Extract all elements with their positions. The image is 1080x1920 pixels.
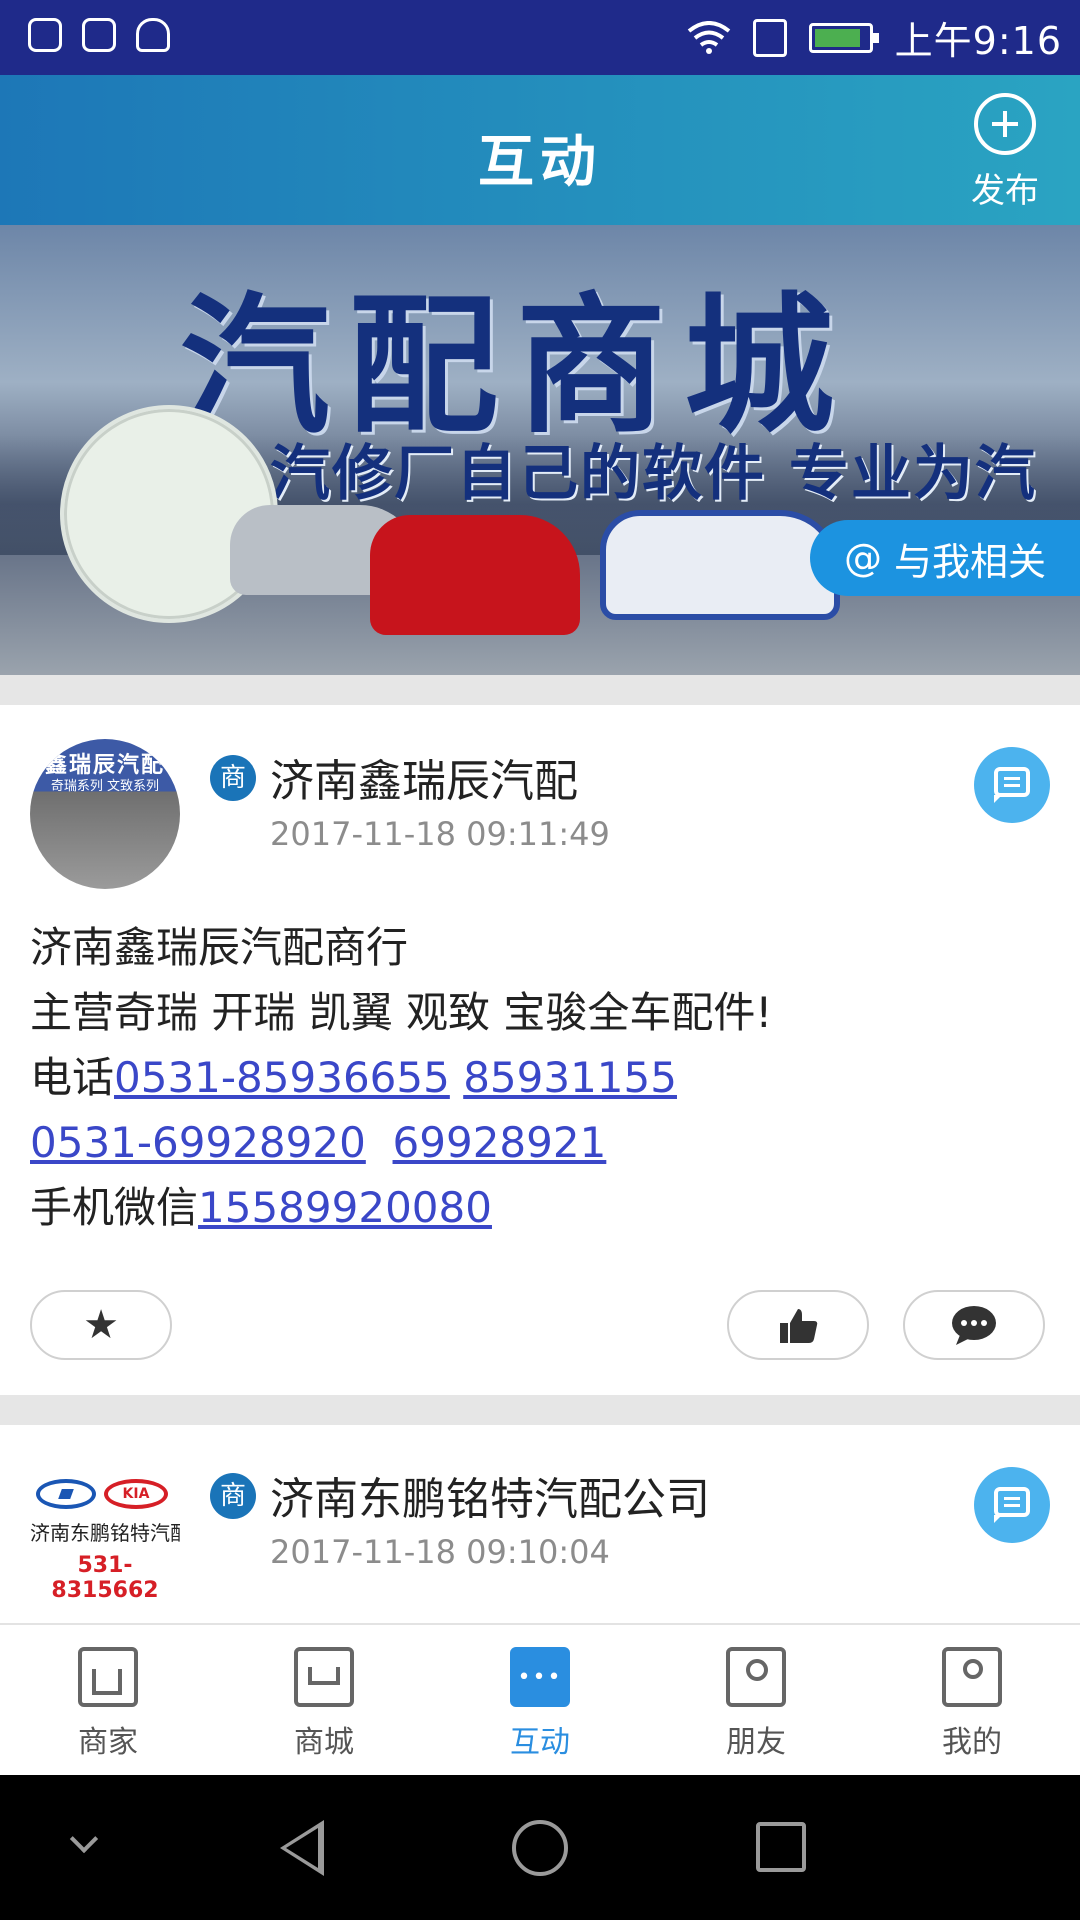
star-icon: ★ <box>83 1302 119 1348</box>
poster-name[interactable]: 济南鑫瑞辰汽配 <box>270 745 578 809</box>
nav-item-interact[interactable]: 互动 <box>432 1625 648 1777</box>
phone-link[interactable]: 85931155 <box>463 1053 677 1102</box>
chat-icon <box>510 1647 570 1707</box>
phone-link[interactable]: 69928921 <box>393 1118 607 1167</box>
post-time: 2017-11-18 09:10:04 <box>270 1533 610 1571</box>
mobile-link[interactable]: 15589920080 <box>198 1183 492 1232</box>
red-car-image <box>370 515 580 635</box>
back-icon[interactable] <box>280 1820 324 1876</box>
merchant-badge: 商 <box>210 755 256 801</box>
notification-app-icon <box>82 18 116 52</box>
avatar[interactable]: KIA 济南东鹏铭特汽配 531-8315662 <box>30 1465 180 1615</box>
poster-name[interactable]: 济南东鹏铭特汽配公司 <box>270 1463 710 1527</box>
system-nav-bar <box>0 1775 1080 1920</box>
status-bar: 上午9:16 <box>0 0 1080 75</box>
post-content: 济南鑫瑞辰汽配商行 主营奇瑞 开瑞 凯翼 观致 宝骏全车配件! 电话0531-8… <box>30 915 772 1240</box>
at-icon: @ <box>843 536 882 580</box>
notification-app-icon <box>28 18 62 52</box>
related-to-me-button[interactable]: @ 与我相关 <box>810 520 1080 596</box>
post-card: 鑫瑞辰汽配 奇瑞系列 文致系列 商 济南鑫瑞辰汽配 2017-11-18 09:… <box>0 705 1080 1395</box>
nav-label: 商家 <box>78 1725 138 1760</box>
header: 互动 发布 <box>0 75 1080 225</box>
avatar-sign-subtext: 奇瑞系列 文致系列 <box>50 779 160 794</box>
wifi-icon <box>687 20 730 54</box>
publish-label: 发布 <box>971 171 1039 211</box>
nav-label: 我的 <box>942 1725 1002 1760</box>
nav-item-friends[interactable]: 朋友 <box>648 1625 864 1777</box>
home-circle-icon[interactable] <box>512 1820 568 1876</box>
related-label: 与我相关 <box>893 539 1046 584</box>
cart-icon <box>294 1647 354 1707</box>
battery-icon <box>808 22 879 53</box>
publish-button[interactable]: 发布 <box>960 93 1050 212</box>
message-icon <box>994 1487 1030 1523</box>
profile-icon <box>942 1647 1002 1707</box>
section-divider <box>0 1395 1080 1425</box>
avatar[interactable]: 鑫瑞辰汽配 奇瑞系列 文致系列 <box>30 739 180 889</box>
nav-label: 互动 <box>510 1725 570 1760</box>
bottom-nav: 商家 商城 互动 朋友 我的 <box>0 1623 1080 1777</box>
recent-apps-icon[interactable] <box>756 1822 806 1872</box>
hyundai-logo-icon <box>36 1479 96 1509</box>
clock: 上午9:16 <box>894 19 1062 63</box>
mobile-prefix: 手机微信 <box>30 1183 199 1232</box>
phone-link[interactable]: 0531-85936655 <box>114 1053 450 1102</box>
page-title: 互动 <box>478 130 602 195</box>
nav-label: 商城 <box>294 1725 354 1760</box>
rally-car-image <box>600 510 840 620</box>
comment-button[interactable] <box>903 1290 1045 1360</box>
plus-circle-icon <box>974 93 1036 155</box>
friends-icon <box>726 1647 786 1707</box>
favorite-button[interactable]: ★ <box>30 1290 172 1360</box>
promo-banner[interactable]: 汽配商城 汽修厂自己的软件 专业为汽修厂设计 @ 与我相关 <box>0 225 1080 675</box>
home-icon <box>78 1647 138 1707</box>
like-button[interactable] <box>727 1290 869 1360</box>
nav-item-mall[interactable]: 商城 <box>216 1625 432 1777</box>
post-card: KIA 济南东鹏铭特汽配 531-8315662 商 济南东鹏铭特汽配公司 20… <box>0 1425 1080 1623</box>
thumbs-up-icon <box>780 1309 818 1343</box>
nav-item-merchants[interactable]: 商家 <box>0 1625 216 1777</box>
content-line: 济南鑫瑞辰汽配商行 <box>30 923 409 972</box>
message-button[interactable] <box>974 1467 1050 1543</box>
content-line: 主营奇瑞 开瑞 凯翼 观致 宝骏全车配件! <box>30 988 773 1037</box>
comment-icon <box>952 1306 996 1345</box>
section-divider <box>0 675 1080 705</box>
message-icon <box>994 767 1030 803</box>
nav-item-me[interactable]: 我的 <box>864 1625 1080 1777</box>
phone-prefix: 电话 <box>30 1053 115 1102</box>
post-time: 2017-11-18 09:11:49 <box>270 815 610 853</box>
phone-link[interactable]: 0531-69928920 <box>30 1118 366 1167</box>
avatar-logo-text: 济南东鹏铭特汽配 <box>30 1521 180 1545</box>
merchant-badge: 商 <box>210 1473 256 1519</box>
nav-label: 朋友 <box>726 1725 786 1760</box>
message-button[interactable] <box>974 747 1050 823</box>
kia-logo-icon: KIA <box>104 1479 168 1509</box>
avatar-logo-phone: 531-8315662 <box>51 1553 159 1603</box>
sim-icon <box>752 18 787 57</box>
android-icon <box>136 18 170 52</box>
hide-keyboard-icon[interactable] <box>69 1824 99 1854</box>
